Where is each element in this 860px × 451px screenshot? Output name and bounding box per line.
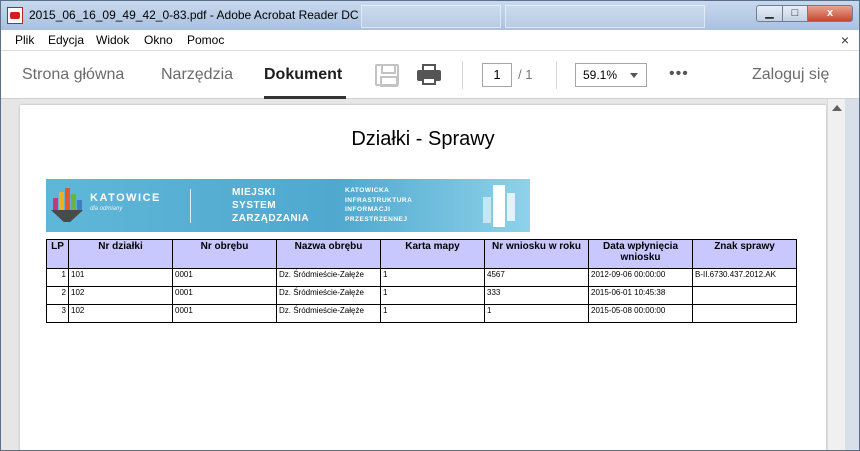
document-viewer[interactable]: Działki - Sprawy KATOWICE dla odmiany MI… [1, 99, 859, 450]
tab-strona-glowna[interactable]: Strona główna [22, 66, 124, 84]
chevron-down-icon [630, 73, 638, 78]
banner-city-name: KATOWICE [90, 192, 161, 204]
cell-karta-mapy: 1 [380, 286, 485, 305]
cell-lp: 2 [46, 286, 69, 305]
minimize-button[interactable]: ▁ [756, 5, 783, 22]
cell-nr-wniosku: 333 [484, 286, 589, 305]
cell-data-wplyniecia: 2015-05-08 00:00:00 [588, 304, 693, 323]
maximize-button[interactable]: □ [782, 5, 808, 22]
acrobat-window: 2015_06_16_09_49_42_0-83.pdf - Adobe Acr… [0, 0, 860, 451]
toolbar-divider [462, 61, 463, 89]
cell-data-wplyniecia: 2012-09-06 00:00:00 [588, 268, 693, 287]
cell-karta-mapy: 1 [380, 304, 485, 323]
sign-in-link[interactable]: Zaloguj się [752, 66, 829, 84]
menu-bar: Plik Edycja Widok Okno Pomoc × [1, 30, 859, 51]
cell-nr-wniosku: 4567 [484, 268, 589, 287]
banner-emblem-icon [479, 183, 521, 229]
cell-nr-dzialki: 101 [68, 268, 173, 287]
scroll-up-arrow-icon[interactable] [832, 105, 842, 111]
vertical-scrollbar[interactable] [827, 99, 845, 450]
window-frame-right [845, 99, 859, 450]
cell-nr-obrebu: 0001 [172, 268, 277, 287]
banner-system-name: MIEJSKI SYSTEM ZARZĄDZANIA [232, 187, 310, 224]
col-header-znak-sprawy: Znak sprawy [692, 239, 797, 269]
document-title: Działki - Sprawy [351, 128, 495, 150]
katowice-logo-icon [50, 188, 84, 222]
pdf-file-icon [7, 7, 23, 24]
menu-item-plik[interactable]: Plik [15, 33, 34, 47]
col-header-lp: LP [46, 239, 69, 269]
table-row: 1 101 0001 Dz. Śródmieście-Załęże 1 4567… [46, 268, 797, 287]
col-header-karta-mapy: Karta mapy [380, 239, 485, 269]
background-taskbar-tab [361, 5, 501, 28]
cell-lp: 3 [46, 304, 69, 323]
cell-karta-mapy: 1 [380, 268, 485, 287]
cell-data-wplyniecia: 2015-06-01 10:45:38 [588, 286, 693, 305]
close-window-button[interactable]: x [807, 5, 853, 22]
zoom-select[interactable]: 59.1% [575, 63, 647, 87]
page-total-label: / 1 [518, 67, 533, 82]
banner-tagline: dla odmiany [90, 206, 123, 212]
col-header-data-wplyniecia: Data wpłynięcia wniosku [588, 239, 693, 269]
print-icon[interactable] [417, 64, 441, 86]
cell-nazwa-obrebu: Dz. Śródmieście-Załęże [276, 286, 381, 305]
background-taskbar-tab [505, 5, 705, 28]
cell-nr-dzialki: 102 [68, 286, 173, 305]
cell-lp: 1 [46, 268, 69, 287]
cell-nazwa-obrebu: Dz. Śródmieście-Załęże [276, 268, 381, 287]
menu-item-okno[interactable]: Okno [144, 33, 173, 47]
menu-item-widok[interactable]: Widok [96, 33, 129, 47]
menu-item-edycja[interactable]: Edycja [48, 33, 84, 47]
cell-nr-wniosku: 1 [484, 304, 589, 323]
cell-nr-obrebu: 0001 [172, 286, 277, 305]
table-row: 3 102 0001 Dz. Śródmieście-Załęże 1 1 20… [46, 304, 797, 323]
cell-nr-obrebu: 0001 [172, 304, 277, 323]
cases-table: LP Nr działki Nr obrębu Nazwa obrębu Kar… [46, 239, 797, 323]
col-header-nr-dzialki: Nr działki [68, 239, 173, 269]
cell-znak-sprawy [692, 286, 797, 305]
zoom-value: 59.1% [583, 68, 618, 82]
cell-znak-sprawy: B-II.6730.437.2012.AK [692, 268, 797, 287]
title-bar: 2015_06_16_09_49_42_0-83.pdf - Adobe Acr… [1, 1, 859, 30]
window-title: 2015_06_16_09_49_42_0-83.pdf - Adobe Acr… [29, 8, 359, 22]
more-tools-icon[interactable]: ••• [669, 65, 689, 83]
toolbar-divider [556, 61, 557, 89]
cell-znak-sprawy [692, 304, 797, 323]
main-toolbar: Strona główna Narzędzia Dokument 1 / 1 5… [1, 51, 859, 99]
banner-divider [190, 189, 191, 223]
col-header-nazwa-obrebu: Nazwa obrębu [276, 239, 381, 269]
table-row: 2 102 0001 Dz. Śródmieście-Załęże 1 333 … [46, 286, 797, 305]
col-header-nr-wniosku: Nr wniosku w roku [484, 239, 589, 269]
msz-banner-image: KATOWICE dla odmiany MIEJSKI SYSTEM ZARZ… [46, 179, 530, 232]
save-icon[interactable] [375, 64, 399, 87]
menu-item-pomoc[interactable]: Pomoc [187, 33, 224, 47]
tab-dokument[interactable]: Dokument [264, 66, 342, 84]
banner-kiip-name: KATOWICKA INFRASTRUKTURA INFORMACJI PRZE… [345, 187, 413, 223]
cell-nr-dzialki: 102 [68, 304, 173, 323]
page-number-input[interactable]: 1 [482, 63, 512, 87]
pdf-page: Działki - Sprawy KATOWICE dla odmiany MI… [20, 105, 826, 450]
close-document-icon[interactable]: × [841, 32, 849, 48]
col-header-nr-obrebu: Nr obrębu [172, 239, 277, 269]
table-header-row: LP Nr działki Nr obrębu Nazwa obrębu Kar… [46, 239, 797, 269]
cell-nazwa-obrebu: Dz. Śródmieście-Załęże [276, 304, 381, 323]
tab-narzedzia[interactable]: Narzędzia [161, 66, 233, 84]
